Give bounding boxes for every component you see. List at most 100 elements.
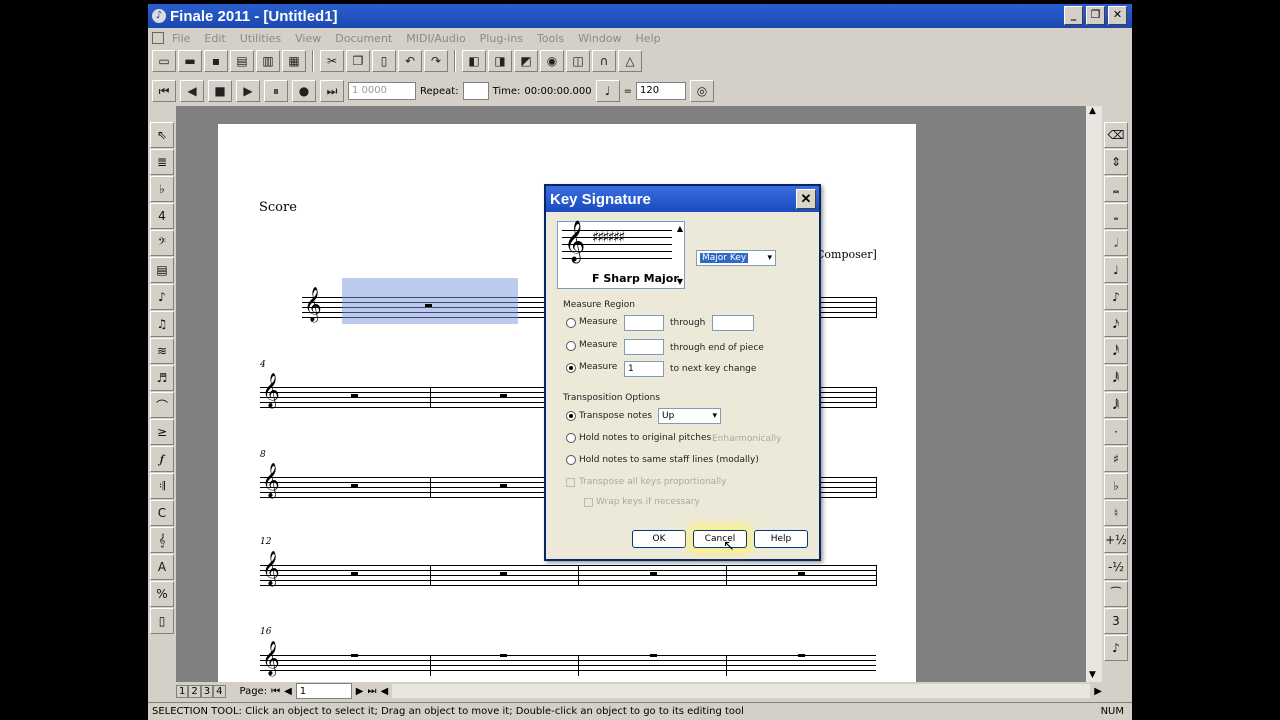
cancel-button[interactable]: Cancel (693, 530, 747, 548)
scroll-down-icon[interactable]: ▼ (1089, 670, 1096, 680)
smart-shape-tool-icon[interactable]: ⌒ (150, 392, 174, 418)
first-page-icon[interactable]: ⏮ (271, 686, 280, 697)
hyperscribe-tool-icon[interactable]: ≋ (150, 338, 174, 364)
expression-tool-icon[interactable]: 𝆑 (150, 446, 174, 472)
menu-window[interactable]: Window (578, 32, 621, 45)
close-button[interactable]: ✕ (1108, 6, 1127, 25)
measure-next-change-radio[interactable] (566, 363, 576, 373)
transpose-all-keys-checkbox[interactable] (566, 478, 575, 487)
cut-icon[interactable]: ✂ (320, 50, 344, 72)
up-down-arrow-icon[interactable]: ⇕ (1104, 149, 1128, 175)
paste-icon[interactable]: ▯ (372, 50, 396, 72)
key-scroll-up-icon[interactable]: ▲ (677, 224, 683, 233)
key-signature-tool-icon[interactable]: ♭ (150, 176, 174, 202)
flat-icon[interactable]: ♭ (1104, 473, 1128, 499)
chord-tool-icon[interactable]: C (150, 500, 174, 526)
vertical-scrollbar[interactable]: ▲ ▼ (1086, 106, 1102, 682)
studio-view-icon[interactable]: ◩ (514, 50, 538, 72)
resize-tool-icon[interactable]: % (150, 581, 174, 607)
resize-icon[interactable]: ◫ (566, 50, 590, 72)
help-button[interactable]: Help (754, 530, 808, 548)
scroll-view-icon[interactable]: ◧ (462, 50, 486, 72)
sixteenth-note-icon[interactable]: 𝅘𝅥𝅯 (1104, 311, 1128, 337)
prev-page-icon[interactable]: ◀ (284, 686, 292, 697)
selection-tool-icon[interactable]: ⇖ (150, 122, 174, 148)
last-page-icon[interactable]: ⏭ (367, 686, 376, 697)
hold-same-staff-lines-radio[interactable] (566, 455, 576, 465)
menu-midi-audio[interactable]: MIDI/Audio (406, 32, 465, 45)
measure-through-end-field[interactable] (624, 339, 664, 355)
eighth-note-icon[interactable]: ♪ (1104, 284, 1128, 310)
128th-note-icon[interactable]: 𝅘𝅥𝅲 (1104, 392, 1128, 418)
double-whole-note-icon[interactable]: 𝅜 (1104, 176, 1128, 202)
back-icon[interactable]: ◀ (180, 80, 204, 102)
page-setup-icon[interactable]: ▦ (282, 50, 306, 72)
maximize-button[interactable]: ❐ (1086, 6, 1105, 25)
layer-tab-4[interactable]: 4 (213, 684, 226, 698)
copy-icon[interactable]: ❐ (346, 50, 370, 72)
repeat-field[interactable] (462, 82, 489, 100)
dialog-close-button[interactable]: ✕ (796, 189, 816, 209)
play-icon[interactable]: ▶ (236, 80, 260, 102)
wrap-keys-checkbox[interactable] (584, 498, 593, 507)
half-note-icon[interactable]: 𝅗𝅥 (1104, 230, 1128, 256)
scroll-up-icon[interactable]: ▲ (1089, 106, 1096, 116)
transpose-notes-radio[interactable] (566, 411, 576, 421)
simple-entry-tool-icon[interactable]: ♪ (150, 284, 174, 310)
dot-icon[interactable]: · (1104, 419, 1128, 445)
quarter-note-icon[interactable]: ♩ (1104, 257, 1128, 283)
measure-from-field[interactable] (624, 315, 664, 331)
tuplet-tool-icon[interactable]: ♬ (150, 365, 174, 391)
forward-icon[interactable]: ⏭ (320, 80, 344, 102)
minimize-button[interactable]: _ (1064, 6, 1083, 25)
text-tool-icon[interactable]: A (150, 554, 174, 580)
rewind-icon[interactable]: ⏮ (152, 80, 176, 102)
menu-help[interactable]: Help (636, 32, 661, 45)
measure-counter-field[interactable]: 1 0000 (348, 82, 416, 100)
redo-icon[interactable]: ↷ (424, 50, 448, 72)
new-file-icon[interactable]: ▭ (152, 50, 176, 72)
ok-button[interactable]: OK (632, 530, 686, 548)
stop-icon[interactable]: ■ (208, 80, 232, 102)
staff-tool-icon[interactable]: ≣ (150, 149, 174, 175)
transpose-direction-select[interactable]: Up ▾ (658, 408, 721, 424)
measure-tool-icon[interactable]: ▤ (150, 257, 174, 283)
document-icon[interactable] (152, 32, 164, 44)
horizontal-scrollbar[interactable] (392, 684, 1091, 698)
menu-utilities[interactable]: Utilities (240, 32, 281, 45)
page-layout-tool-icon[interactable]: ▯ (150, 608, 174, 634)
sixty-fourth-note-icon[interactable]: 𝅘𝅥𝅱 (1104, 365, 1128, 391)
page-number-field[interactable]: 1 (295, 683, 352, 699)
open-file-icon[interactable]: ▬ (178, 50, 202, 72)
natural-icon[interactable]: ♮ (1104, 500, 1128, 526)
print-icon[interactable]: ▤ (230, 50, 254, 72)
measure-start-field[interactable]: 1 (624, 361, 664, 377)
page-view-icon[interactable]: ◨ (488, 50, 512, 72)
playback-settings-icon[interactable]: ◎ (690, 80, 714, 102)
menu-tools[interactable]: Tools (537, 32, 564, 45)
speedy-icon[interactable]: ◉ (540, 50, 564, 72)
time-signature-tool-icon[interactable]: 4 (150, 203, 174, 229)
arc-icon[interactable]: ∩ (592, 50, 616, 72)
pause-icon[interactable]: ⏸ (264, 80, 288, 102)
sharp-icon[interactable]: ♯ (1104, 446, 1128, 472)
layer-tab-3[interactable]: 3 (200, 684, 214, 698)
measure-through-end-radio[interactable] (566, 341, 576, 351)
layer-tab-1[interactable]: 1 (176, 684, 189, 698)
record-icon[interactable]: ● (292, 80, 316, 102)
scroll-right-icon[interactable]: ▶ (1094, 686, 1102, 697)
menu-file[interactable]: File (172, 32, 190, 45)
tempo-field[interactable]: 120 (636, 82, 686, 100)
lyrics-tool-icon[interactable]: 𝄞 (150, 527, 174, 553)
undo-icon[interactable]: ↶ (398, 50, 422, 72)
tie-icon[interactable]: ⁀ (1104, 581, 1128, 607)
menu-view[interactable]: View (295, 32, 321, 45)
save-icon[interactable]: ▪ (204, 50, 228, 72)
clef-tool-icon[interactable]: 𝄢 (150, 230, 174, 256)
menu-plugins[interactable]: Plug-ins (480, 32, 523, 45)
half-step-down-icon[interactable]: -½ (1104, 554, 1128, 580)
menu-document[interactable]: Document (335, 32, 392, 45)
repeat-tool-icon[interactable]: 𝄇 (150, 473, 174, 499)
fax-icon[interactable]: ▥ (256, 50, 280, 72)
next-page-icon[interactable]: ▶ (356, 686, 364, 697)
